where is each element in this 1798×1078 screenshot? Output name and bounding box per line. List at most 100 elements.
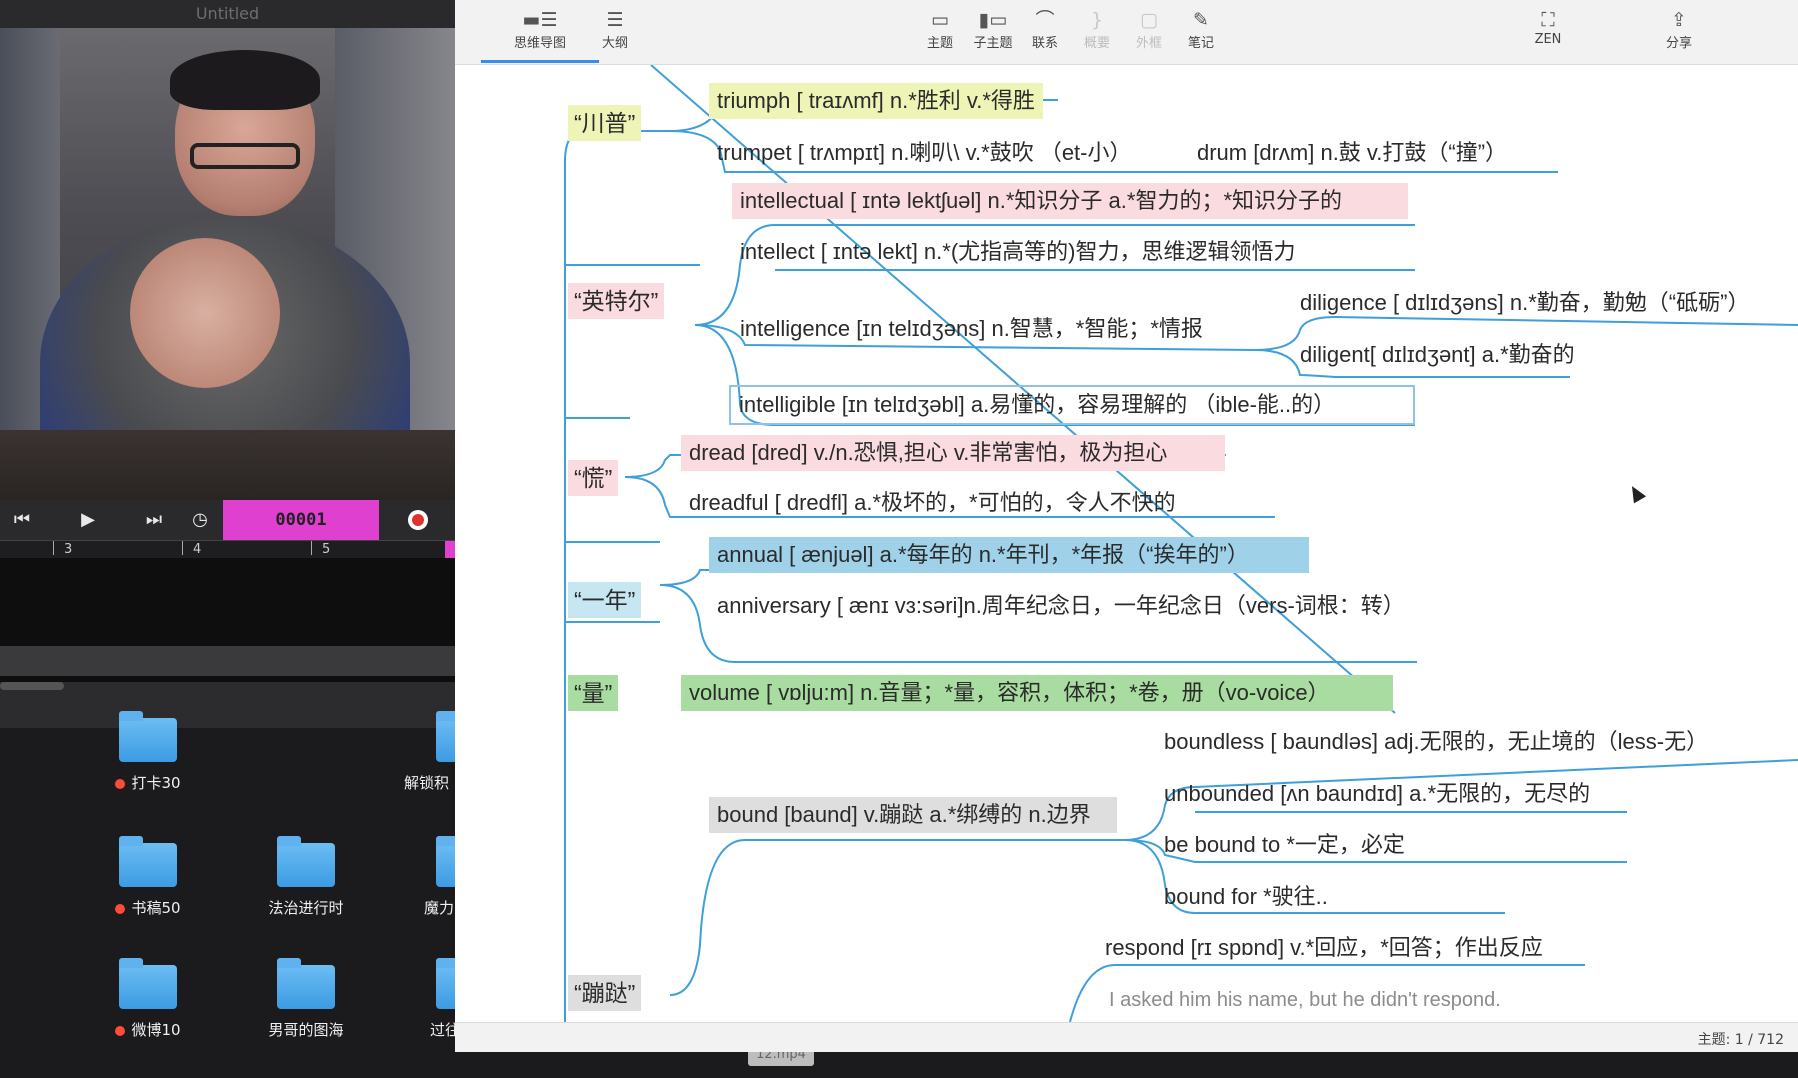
presenter-hand — [130, 238, 280, 388]
topic-triumph[interactable]: triumph [ traɪʌmf] n.*胜利 v.*得胜 — [709, 83, 1043, 119]
button-label: 联系 — [1031, 36, 1058, 51]
subtopic-button[interactable]: ▮▭ 子主题 — [963, 8, 1023, 51]
summary-button[interactable]: } 概要 — [1067, 8, 1127, 51]
topic-respond[interactable]: respond [rɪ spɒnd] v.*回应，*回答；作出反应 — [1097, 930, 1551, 966]
topic-unbounded[interactable]: unbounded [ʌn baundɪd] a.*无限的，无尽的 — [1156, 776, 1598, 812]
mindmap-canvas[interactable]: “川普” “英特尔” “慌” “一年” “量” “蹦跶” triumph [ t… — [455, 65, 1798, 1022]
outline-icon: ☰ — [606, 9, 624, 31]
folder-label: 书稿50 — [131, 899, 181, 917]
root-node-bengda[interactable]: “蹦跶” — [568, 975, 642, 1011]
topic-count: 主题: 1 / 712 — [1697, 1032, 1784, 1048]
timeline-ruler: 3 4 5 — [0, 540, 455, 559]
topic-bound-for[interactable]: bound for *驶往.. — [1156, 879, 1336, 915]
topic-bound-to[interactable]: be bound to *一定，必定 — [1156, 827, 1413, 863]
play-icon[interactable]: ▶ — [68, 500, 108, 540]
red-tag-icon — [115, 1025, 126, 1036]
desktop-folder[interactable]: 打卡30 — [68, 711, 228, 793]
desktop-folder[interactable]: 解锁积 — [350, 711, 455, 793]
desktop-folder[interactable]: 书稿50 — [68, 836, 228, 918]
active-tab-indicator — [481, 60, 599, 63]
folder-label: 男哥的图海 — [268, 1021, 344, 1039]
playhead[interactable] — [445, 541, 455, 559]
record-button[interactable] — [408, 510, 428, 530]
zen-button[interactable]: ⛶ ZEN — [1518, 8, 1578, 47]
folder-icon — [277, 836, 335, 887]
boundary-button[interactable]: ▢ 外框 — [1119, 8, 1179, 51]
folder-label: 打卡30 — [131, 774, 181, 792]
root-node-liang[interactable]: “量” — [568, 675, 619, 711]
topic-respond-example[interactable]: I asked him his name, but he didn't resp… — [1101, 982, 1509, 1018]
folder-icon — [436, 711, 455, 762]
relation-button[interactable]: ⌒ 联系 — [1015, 8, 1075, 51]
desktop-folder[interactable]: 微博10 — [68, 958, 228, 1040]
folder-icon — [119, 836, 177, 887]
timeline-track-secondary[interactable] — [0, 682, 455, 728]
topic-annual[interactable]: annual [ ænjuəl] a.*每年的 n.*年刊，*年报（“挨年的”） — [709, 537, 1309, 573]
pencil-icon: ✎ — [1193, 9, 1209, 31]
topic-drum[interactable]: drum [drʌm] n.鼓 v.打鼓（“撞”） — [1189, 135, 1515, 171]
topic-dread[interactable]: dread [dred] v./n.恐惧,担心 v.非常害怕，极为担心 — [681, 435, 1225, 471]
topic-anniversary[interactable]: anniversary [ ænɪ vɜ:səri]n.周年纪念日，一年纪念日（… — [709, 589, 1411, 623]
folder-label: 解锁积 — [404, 774, 450, 792]
left-desktop-area: Untitled ⏮ ▶ ⏭ ◷ 00001 3 4 5 打卡30 解锁积 书稿… — [0, 0, 455, 1078]
tab-outline[interactable]: ☰ 大纲 — [585, 8, 645, 51]
topic-intellect[interactable]: intellect [ ɪntə lekt] n.*(尤指高等的)智力，思维逻辑… — [732, 234, 1303, 270]
folder-icon — [119, 958, 177, 1009]
topic-trumpet[interactable]: trumpet [ trʌmpɪt] n.喇叭\ v.*鼓吹 （et-小） — [709, 135, 1140, 171]
button-label: 笔记 — [1187, 36, 1214, 51]
red-tag-icon — [115, 903, 126, 914]
desktop-folder[interactable]: 魔力 — [350, 836, 455, 918]
folder-label: 法治进行时 — [268, 899, 344, 917]
ruler-mark: 4 — [193, 542, 202, 557]
folder-label: 微博10 — [131, 1021, 181, 1039]
topic-button[interactable]: ▭ 主题 — [910, 8, 970, 51]
topic-intellectual[interactable]: intellectual [ ɪntə lektʃuəl] n.*知识分子 a.… — [732, 183, 1408, 219]
fullscreen-icon: ⛶ — [1541, 9, 1555, 31]
root-node-yingteer[interactable]: “英特尔” — [568, 283, 665, 319]
topic-diligent[interactable]: diligent[ dɪlɪdʒənt] a.*勤奋的 — [1292, 337, 1583, 373]
folder-label: 魔力 — [424, 899, 455, 917]
folder-icon — [277, 958, 335, 1009]
desktop: 打卡30 解锁积 书稿50 法治进行时 魔力 微博10 男哥的图海 过往 — [0, 711, 455, 1078]
mindmap-icon: ▬☰ — [522, 9, 558, 31]
topic-bound[interactable]: bound [baund] v.蹦跶 a.*绑缚的 n.边界 — [709, 797, 1117, 833]
recording-counter: 00001 — [223, 500, 379, 540]
branch-line — [669, 839, 1125, 996]
folder-icon — [436, 836, 455, 887]
button-label: 分享 — [1665, 36, 1692, 51]
red-tag-icon — [115, 778, 126, 789]
folder-icon — [436, 958, 455, 1009]
mindmap-app-window: ▬☰ 思维导图 ☰ 大纲 ▭ 主题 ▮▭ 子主题 ⌒ 联系 } 概要 ▢ 外框 ✎ 笔记 ⛶ ZE… — [455, 0, 1798, 1052]
button-label: 外框 — [1135, 36, 1162, 51]
relation-icon: ⌒ — [1035, 9, 1055, 31]
clock-icon[interactable]: ◷ — [180, 500, 220, 540]
topic-volume[interactable]: volume [ vɒlju:m] n.音量；*量，容积，体积；*卷，册（vo-… — [681, 675, 1393, 711]
note-button[interactable]: ✎ 笔记 — [1171, 8, 1231, 51]
button-label: ZEN — [1534, 32, 1562, 47]
tab-label: 大纲 — [601, 36, 628, 51]
share-button[interactable]: ⇪ 分享 — [1649, 8, 1709, 51]
timeline-track[interactable] — [0, 646, 455, 676]
skip-back-icon[interactable]: ⏮ — [2, 500, 42, 540]
topic-intelligible[interactable]: intelligible [ɪn telɪdʒəbl] a.易懂的，容易理解的 … — [729, 385, 1415, 425]
button-label: 子主题 — [973, 36, 1013, 51]
topic-diligence[interactable]: diligence [ dɪlɪdʒəns] n.*勤奋，勤勉（“砥砺”） — [1292, 285, 1757, 321]
desktop-folder[interactable]: 过往 — [350, 958, 455, 1040]
folder-icon — [119, 711, 177, 762]
topic-dreadful[interactable]: dreadful [ dredfl] a.*极坏的，*可怕的，令人不快的 — [681, 485, 1184, 521]
summary-brace-icon: } — [1090, 9, 1104, 31]
tab-mindmap[interactable]: ▬☰ 思维导图 — [495, 8, 585, 51]
timeline-scroll-thumb[interactable] — [0, 682, 64, 690]
toolbar: ▬☰ 思维导图 ☰ 大纲 ▭ 主题 ▮▭ 子主题 ⌒ 联系 } 概要 ▢ 外框 ✎ 笔记 ⛶ ZE… — [455, 0, 1798, 65]
presenter-glasses — [190, 143, 300, 169]
skip-forward-icon[interactable]: ⏭ — [134, 500, 174, 540]
root-node-yinian[interactable]: “一年” — [568, 582, 642, 618]
button-label: 概要 — [1083, 36, 1110, 51]
button-label: 主题 — [926, 36, 953, 51]
root-node-chuanpu[interactable]: “川普” — [568, 105, 642, 141]
ruler-mark: 3 — [64, 542, 73, 557]
topic-intelligence[interactable]: intelligence [ɪn telɪdʒəns] n.智慧，*智能；*情报 — [732, 311, 1211, 347]
root-node-huang[interactable]: “慌” — [568, 460, 619, 496]
topic-boundless[interactable]: boundless [ baundləs] adj.无限的，无止境的（less-… — [1156, 724, 1716, 760]
tab-label: 思维导图 — [513, 36, 566, 51]
